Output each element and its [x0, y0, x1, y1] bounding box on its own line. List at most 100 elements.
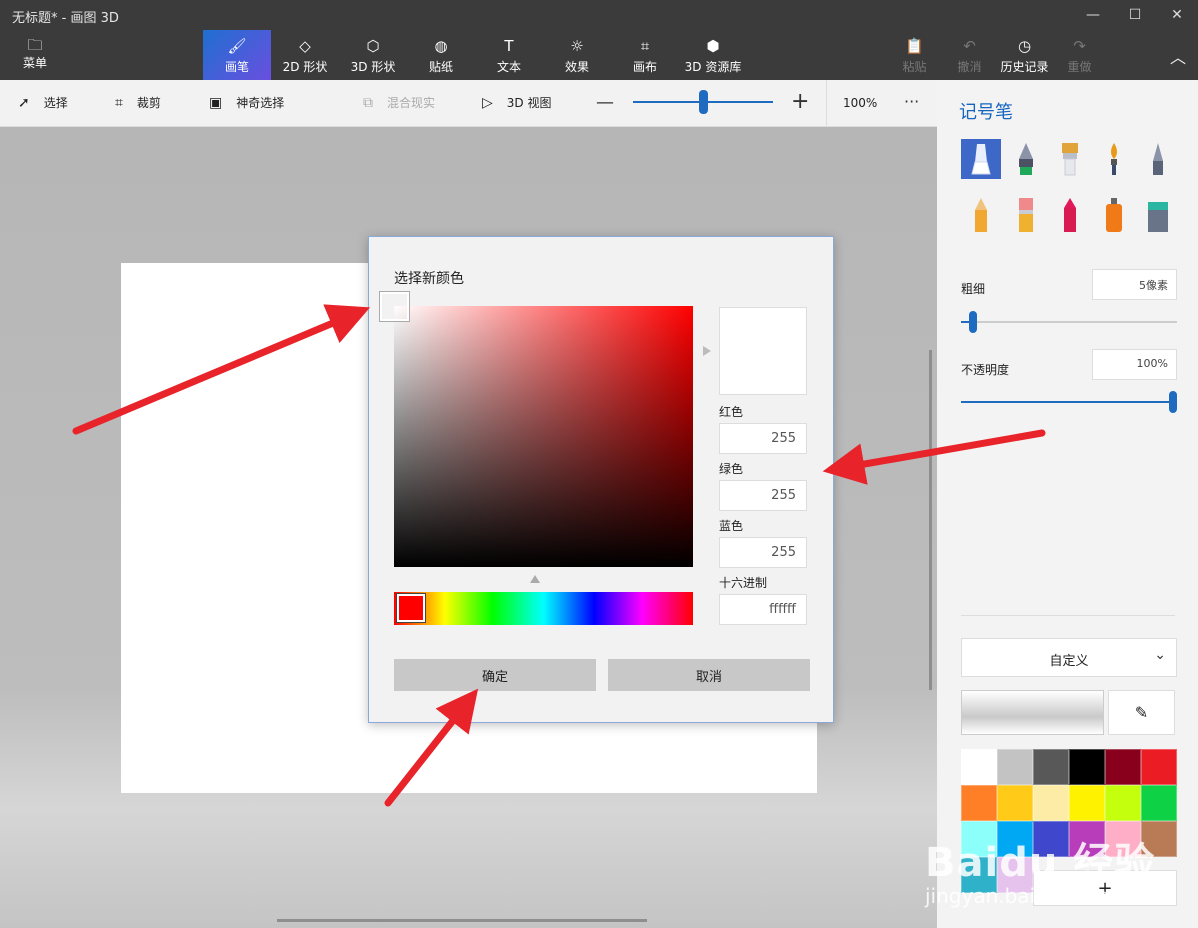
color-swatch[interactable] — [961, 785, 997, 821]
color-swatch[interactable] — [1033, 749, 1069, 785]
crop-label: 裁剪 — [136, 96, 161, 110]
color-swatch[interactable] — [1105, 785, 1141, 821]
more-options-button[interactable]: ··· — [904, 92, 919, 111]
current-color-preview[interactable] — [961, 690, 1104, 735]
mixed-reality-tool[interactable]: ⧉ 混合现实 — [363, 94, 435, 111]
tab-text[interactable]: T 文本 — [475, 30, 543, 80]
opacity-slider-track[interactable] — [961, 401, 1173, 403]
brush-icon: 🖌 — [227, 36, 247, 55]
oil-brush[interactable] — [1050, 139, 1090, 179]
color-swatch[interactable] — [961, 749, 997, 785]
undo-button[interactable]: ↶ 撤消 — [942, 30, 997, 80]
red-label: 红色 — [719, 405, 744, 419]
ribbon-tabs: 🖌 画笔 ◇ 2D 形状 ⬡ 3D 形状 ◍ 贴纸 T 文本 ☼ 效果 ⌗ 画布… — [203, 30, 747, 80]
color-swatch[interactable] — [1141, 785, 1177, 821]
view-3d-tool[interactable]: ▷ 3D 视图 — [482, 94, 551, 111]
magic-select-tool[interactable]: ▣ 神奇选择 — [209, 94, 284, 111]
saturation-value-handle[interactable] — [380, 292, 409, 321]
tab-2d-shapes[interactable]: ◇ 2D 形状 — [271, 30, 339, 80]
tab-canvas[interactable]: ⌗ 画布 — [611, 30, 679, 80]
watercolor-brush[interactable] — [1094, 139, 1134, 179]
tab-3d-shapes[interactable]: ⬡ 3D 形状 — [339, 30, 407, 80]
color-swatch[interactable] — [997, 785, 1033, 821]
color-swatch[interactable] — [1141, 749, 1177, 785]
tab-3d-library[interactable]: ⬢ 3D 资源库 — [679, 30, 747, 80]
thickness-input[interactable]: 5像素 — [1092, 269, 1177, 300]
hue-slider-handle[interactable] — [397, 594, 425, 622]
tab-brushes[interactable]: 🖌 画笔 — [203, 30, 271, 80]
calligraphy-pen-brush[interactable] — [1006, 139, 1046, 179]
opacity-slider-thumb[interactable] — [1169, 391, 1177, 413]
close-icon[interactable]: ✕ — [1156, 0, 1198, 30]
color-swatch[interactable] — [1033, 785, 1069, 821]
green-input[interactable]: 255 — [719, 480, 807, 511]
thickness-slider-track[interactable] — [961, 321, 1177, 323]
crayon-brush[interactable] — [1050, 195, 1090, 235]
hex-label: 十六进制 — [719, 576, 768, 590]
tab-effects[interactable]: ☼ 效果 — [543, 30, 611, 80]
redo-button[interactable]: ↷ 重做 — [1052, 30, 1107, 80]
zoom-out-button[interactable]: — — [596, 92, 614, 113]
vertical-scrollbar[interactable] — [929, 350, 932, 690]
folder-icon: 🗀 — [27, 36, 43, 54]
maximize-icon[interactable]: ☐ — [1114, 0, 1156, 30]
blue-label: 蓝色 — [719, 519, 744, 533]
zoom-in-button[interactable]: + — [791, 89, 809, 114]
color-swatch[interactable] — [1069, 749, 1105, 785]
minimize-icon[interactable]: — — [1072, 0, 1114, 30]
menu-button[interactable]: 🗀 菜单 — [14, 36, 56, 71]
thickness-slider-thumb[interactable] — [969, 311, 977, 333]
spray-can-brush[interactable] — [1094, 195, 1134, 235]
collapse-ribbon-icon[interactable]: ︿ — [1170, 44, 1186, 68]
horizontal-scrollbar[interactable] — [277, 919, 647, 922]
saturation-value-field[interactable] — [394, 306, 693, 567]
select-tool[interactable]: ➚ 选择 — [18, 94, 68, 111]
red-input[interactable]: 255 — [719, 423, 807, 454]
view-3d-label: 3D 视图 — [506, 96, 552, 110]
green-label: 绿色 — [719, 462, 744, 476]
text-icon: T — [504, 36, 514, 55]
watermark-brand: Baidu 经验 — [925, 840, 1156, 886]
secondary-toolbar: ➚ 选择 ⌗ 裁剪 ▣ 神奇选择 ⧉ 混合现实 ▷ 3D 视图 — + — [0, 80, 937, 127]
mixed-reality-label: 混合现实 — [387, 96, 436, 110]
title-bar: 无标题* - 画图 3D — ☐ ✕ 🗀 菜单 🖌 画笔 ◇ 2D 形状 ⬡ 3… — [0, 0, 1198, 80]
color-mode-value: 自定义 — [1049, 654, 1089, 669]
zoom-slider-thumb[interactable] — [699, 90, 708, 114]
caret-right-icon — [703, 346, 711, 356]
ok-button[interactable]: 确定 — [394, 659, 596, 691]
blue-input[interactable]: 255 — [719, 537, 807, 568]
marker-brush[interactable] — [961, 139, 1001, 179]
history-icon: ◷ — [1017, 36, 1032, 55]
shapes-2d-icon: ◇ — [299, 36, 311, 55]
window-controls: — ☐ ✕ — [1072, 0, 1198, 30]
pixel-pen-brush[interactable] — [1138, 139, 1178, 179]
eraser-brush[interactable] — [1006, 195, 1046, 235]
crop-tool[interactable]: ⌗ 裁剪 — [115, 94, 161, 111]
fill-bucket-brush[interactable] — [1138, 195, 1178, 235]
cursor-icon: ➚ — [18, 94, 30, 111]
paste-button[interactable]: 📋 粘贴 — [887, 30, 942, 80]
paste-label: 粘贴 — [902, 59, 927, 74]
cancel-button[interactable]: 取消 — [608, 659, 810, 691]
color-swatch[interactable] — [1069, 785, 1105, 821]
thickness-label: 粗细 — [961, 282, 986, 296]
tab-label: 2D 形状 — [282, 59, 328, 74]
tab-stickers[interactable]: ◍ 贴纸 — [407, 30, 475, 80]
hue-slider[interactable] — [394, 592, 693, 625]
color-swatch[interactable] — [997, 749, 1033, 785]
canvas-icon: ⌗ — [640, 36, 650, 55]
hex-input[interactable]: ffffff — [719, 594, 807, 625]
color-picker-dialog: 选择新颜色 红色 255 绿色 255 蓝色 255 十六进制 ffffff 确… — [368, 236, 834, 723]
opacity-input[interactable]: 100% — [1092, 349, 1177, 380]
zoom-level[interactable]: 100% — [843, 96, 877, 110]
pencil-brush[interactable] — [961, 195, 1001, 235]
pencil-icon — [975, 198, 987, 232]
color-swatch[interactable] — [1105, 749, 1141, 785]
dialog-title: 选择新颜色 — [394, 271, 464, 287]
color-mode-dropdown[interactable]: 自定义 ⌄ — [961, 638, 1177, 677]
history-button[interactable]: ◷ 历史记录 — [997, 30, 1052, 80]
tab-label: 文本 — [496, 59, 521, 74]
eyedropper-button[interactable]: ✎ — [1108, 690, 1175, 735]
crop-icon: ⌗ — [115, 94, 123, 111]
opacity-label: 不透明度 — [961, 363, 1010, 377]
